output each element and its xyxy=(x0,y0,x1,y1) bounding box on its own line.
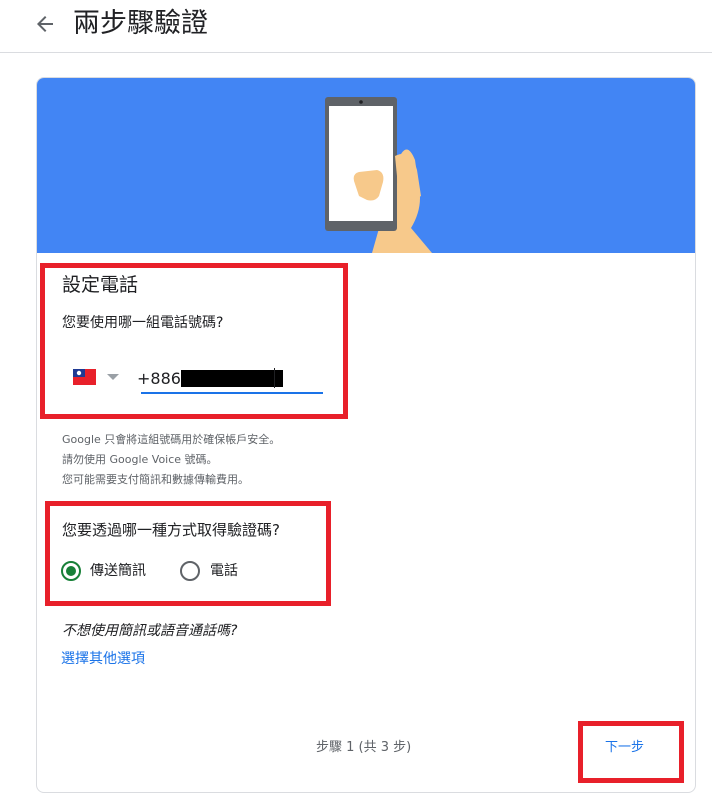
back-button[interactable] xyxy=(33,12,57,36)
notes-block: Google 只會將這組號碼用於確保帳戶安全。 請勿使用 Google Voic… xyxy=(62,430,280,490)
page-title: 兩步驟驗證 xyxy=(73,8,208,39)
other-options-link[interactable]: 選擇其他選項 xyxy=(61,648,145,670)
highlight-box-next xyxy=(578,721,684,783)
highlight-box-phone xyxy=(40,263,348,419)
note-line: 請勿使用 Google Voice 號碼。 xyxy=(62,453,218,466)
note-line: Google 只會將這組號碼用於確保帳戶安全。 xyxy=(62,433,281,446)
banner xyxy=(37,78,695,253)
arrow-left-icon xyxy=(37,16,53,32)
alternative-question: 不想使用簡訊或語音通話嗎? xyxy=(62,623,238,639)
highlight-box-method xyxy=(45,501,331,606)
step-indicator: 步驟 1 (共 3 步) xyxy=(316,740,412,755)
phone-in-hand-illustration xyxy=(325,97,432,253)
top-bar: 兩步驟驗證 xyxy=(0,0,712,53)
note-line: 您可能需要支付簡訊和數據傳輸費用。 xyxy=(62,473,249,486)
